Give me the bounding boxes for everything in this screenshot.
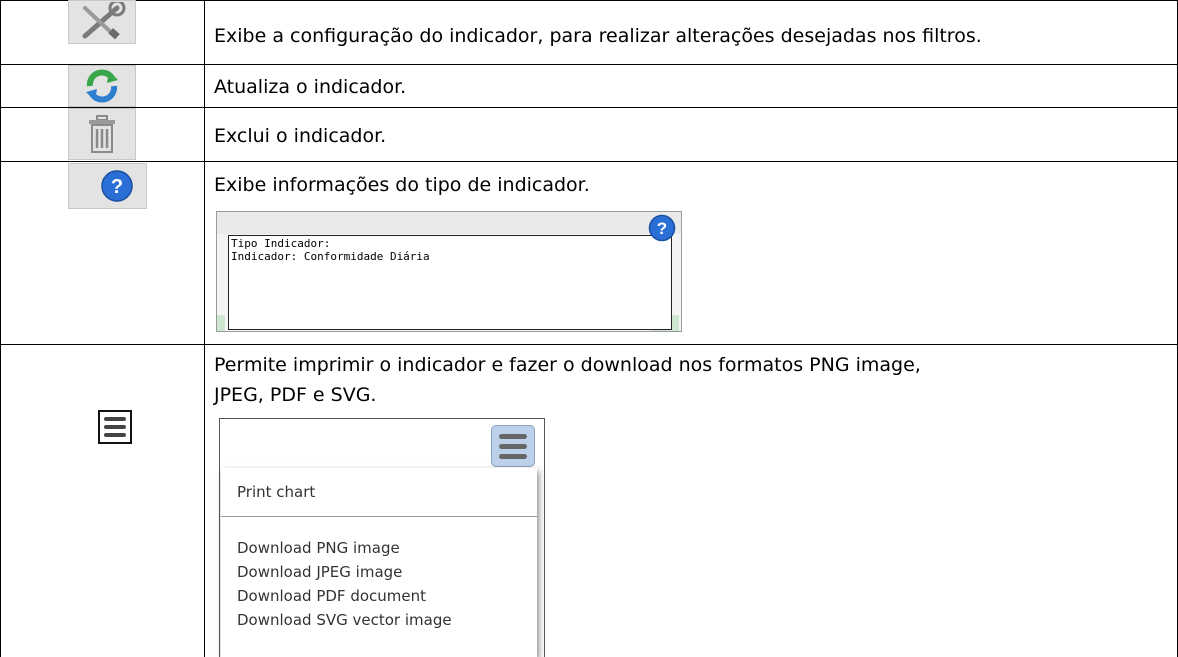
help-icon: ? [648, 214, 676, 242]
table-border-top [0, 0, 1178, 1]
row-description: Permite imprimir o indicador e fazer o d… [214, 354, 921, 376]
row-description: Exibe informações do tipo de indicador. [214, 174, 590, 196]
help-icon: ? [68, 163, 147, 209]
menu-item-download-png[interactable]: Download PNG image [237, 538, 400, 558]
row-divider [0, 64, 1178, 65]
menu-separator [221, 516, 537, 517]
info-popup-line: Tipo Indicador: [231, 237, 331, 250]
refresh-icon [68, 65, 136, 107]
column-divider [204, 0, 205, 657]
export-menu: Print chart Download PNG image Download … [221, 468, 537, 657]
menu-item-download-svg[interactable]: Download SVG vector image [237, 610, 452, 630]
menu-item-download-pdf[interactable]: Download PDF document [237, 586, 426, 606]
row-divider [0, 161, 1178, 162]
svg-text:?: ? [657, 219, 667, 238]
info-popup-line: Indicador: Conformidade Diária [231, 250, 430, 263]
export-menu-button[interactable] [491, 425, 535, 467]
row-description: Atualiza o indicador. [214, 76, 407, 98]
row-divider [0, 344, 1178, 345]
row-description: Exibe a configuração do indicador, para … [214, 25, 982, 47]
menu-item-download-jpeg[interactable]: Download JPEG image [237, 562, 402, 582]
info-popup: Tipo Indicador: Indicador: Conformidade … [228, 235, 672, 330]
trash-icon [68, 108, 136, 160]
table-border-left [0, 0, 1, 345]
svg-text:?: ? [110, 176, 122, 198]
hamburger-menu-icon [98, 410, 132, 444]
table-border-left [0, 344, 1, 657]
row-description: JPEG, PDF e SVG. [214, 384, 377, 406]
row-description: Exclui o indicador. [214, 125, 387, 147]
wrench-screwdriver-icon [68, 0, 136, 44]
menu-item-print[interactable]: Print chart [237, 482, 315, 502]
row-divider [0, 107, 1178, 108]
